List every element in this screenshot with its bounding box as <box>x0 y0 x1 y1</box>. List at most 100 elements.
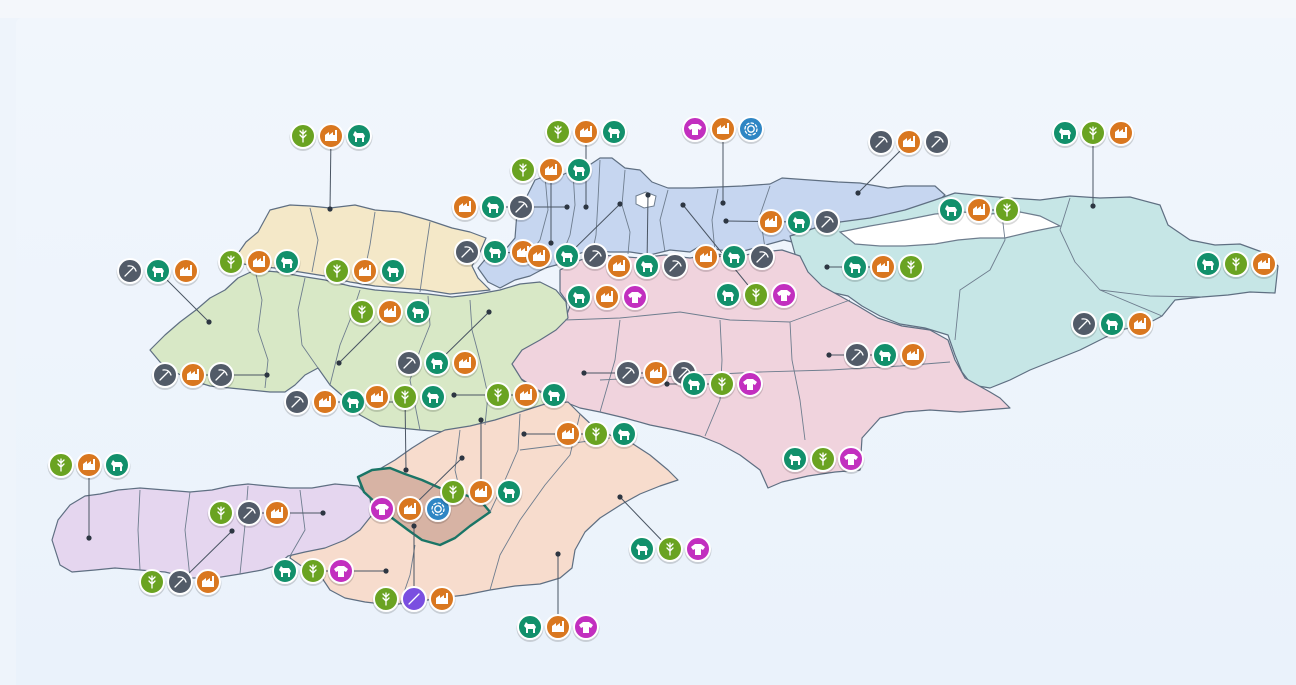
marker-livestock[interactable] <box>714 282 742 310</box>
marker-mining[interactable] <box>923 129 951 157</box>
marker-agriculture[interactable] <box>1222 251 1250 279</box>
marker-livestock[interactable] <box>633 253 661 281</box>
marker-industry[interactable] <box>376 299 404 327</box>
marker-agriculture[interactable] <box>544 119 572 147</box>
marker-industry[interactable] <box>194 569 222 597</box>
marker-industry[interactable] <box>179 362 207 390</box>
marker-agriculture[interactable] <box>993 197 1021 225</box>
marker-mining[interactable] <box>1070 311 1098 339</box>
marker-livestock[interactable] <box>423 350 451 378</box>
marker-agriculture[interactable] <box>289 123 317 151</box>
marker-mining[interactable] <box>207 362 235 390</box>
marker-livestock[interactable] <box>565 157 593 185</box>
marker-industry[interactable] <box>451 194 479 222</box>
marker-industry[interactable] <box>537 157 565 185</box>
marker-livestock[interactable] <box>1098 311 1126 339</box>
marker-industry[interactable] <box>245 249 273 277</box>
marker-industry[interactable] <box>554 421 582 449</box>
marker-agriculture[interactable] <box>897 254 925 282</box>
marker-industry[interactable] <box>172 258 200 286</box>
marker-industry[interactable] <box>1107 120 1135 148</box>
marker-mining[interactable] <box>661 253 689 281</box>
marker-agriculture[interactable] <box>138 569 166 597</box>
marker-agriculture[interactable] <box>809 446 837 474</box>
marker-industry[interactable] <box>351 258 379 286</box>
marker-industry[interactable] <box>1250 251 1278 279</box>
marker-industry[interactable] <box>605 253 633 281</box>
marker-industry[interactable] <box>263 500 291 528</box>
marker-livestock[interactable] <box>144 258 172 286</box>
marker-livestock[interactable] <box>103 452 131 480</box>
marker-mining[interactable] <box>151 362 179 390</box>
marker-agriculture[interactable] <box>207 500 235 528</box>
marker-agriculture[interactable] <box>656 536 684 564</box>
marker-textile[interactable] <box>368 496 396 524</box>
marker-industry[interactable] <box>512 382 540 410</box>
marker-mining[interactable] <box>614 360 642 388</box>
marker-agriculture[interactable] <box>299 558 327 586</box>
marker-textile[interactable] <box>837 446 865 474</box>
marker-textile[interactable] <box>684 536 712 564</box>
marker-industry[interactable] <box>757 209 785 237</box>
marker-agriculture[interactable] <box>391 384 419 412</box>
marker-agriculture[interactable] <box>323 258 351 286</box>
marker-livestock[interactable] <box>271 558 299 586</box>
marker-agriculture[interactable] <box>348 299 376 327</box>
marker-industry[interactable] <box>467 479 495 507</box>
marker-livestock[interactable] <box>404 299 432 327</box>
marker-agriculture[interactable] <box>484 382 512 410</box>
marker-mining[interactable] <box>867 129 895 157</box>
marker-livestock[interactable] <box>339 389 367 417</box>
marker-mining[interactable] <box>581 243 609 271</box>
marker-textile[interactable] <box>681 116 709 144</box>
marker-livestock[interactable] <box>1194 251 1222 279</box>
marker-livestock[interactable] <box>680 371 708 399</box>
marker-livestock[interactable] <box>781 446 809 474</box>
marker-livestock[interactable] <box>516 614 544 642</box>
marker-agriculture[interactable] <box>509 157 537 185</box>
marker-mining[interactable] <box>116 258 144 286</box>
marker-livestock[interactable] <box>600 119 628 147</box>
marker-industry[interactable] <box>1126 311 1154 339</box>
marker-agriculture[interactable] <box>439 479 467 507</box>
marker-mining[interactable] <box>843 342 871 370</box>
marker-livestock[interactable] <box>565 284 593 312</box>
marker-livestock[interactable] <box>479 194 507 222</box>
marker-mining[interactable] <box>813 209 841 237</box>
marker-livestock[interactable] <box>345 123 373 151</box>
marker-industry[interactable] <box>317 123 345 151</box>
marker-mining[interactable] <box>453 239 481 267</box>
marker-industry[interactable] <box>572 119 600 147</box>
marker-textile[interactable] <box>327 558 355 586</box>
marker-livestock[interactable] <box>481 239 509 267</box>
marker-livestock[interactable] <box>553 243 581 271</box>
marker-industry[interactable] <box>311 389 339 417</box>
marker-industry[interactable] <box>895 129 923 157</box>
marker-mining[interactable] <box>235 500 263 528</box>
marker-industry[interactable] <box>525 243 553 271</box>
marker-tech[interactable] <box>400 586 428 614</box>
marker-industry[interactable] <box>544 614 572 642</box>
marker-livestock[interactable] <box>273 249 301 277</box>
regions-map[interactable] <box>16 18 1296 685</box>
marker-industry[interactable] <box>642 360 670 388</box>
marker-livestock[interactable] <box>419 384 447 412</box>
marker-agriculture[interactable] <box>1079 120 1107 148</box>
marker-textile[interactable] <box>572 614 600 642</box>
marker-livestock[interactable] <box>720 244 748 272</box>
marker-industry[interactable] <box>709 116 737 144</box>
marker-livestock[interactable] <box>495 479 523 507</box>
marker-industry[interactable] <box>965 197 993 225</box>
marker-textile[interactable] <box>770 282 798 310</box>
marker-industry[interactable] <box>451 350 479 378</box>
marker-industry[interactable] <box>75 452 103 480</box>
marker-livestock[interactable] <box>1051 120 1079 148</box>
marker-industry[interactable] <box>869 254 897 282</box>
marker-industry[interactable] <box>428 586 456 614</box>
marker-industry[interactable] <box>396 496 424 524</box>
marker-agriculture[interactable] <box>217 249 245 277</box>
marker-livestock[interactable] <box>785 209 813 237</box>
marker-mining[interactable] <box>166 569 194 597</box>
marker-livestock[interactable] <box>628 536 656 564</box>
marker-agriculture[interactable] <box>708 371 736 399</box>
